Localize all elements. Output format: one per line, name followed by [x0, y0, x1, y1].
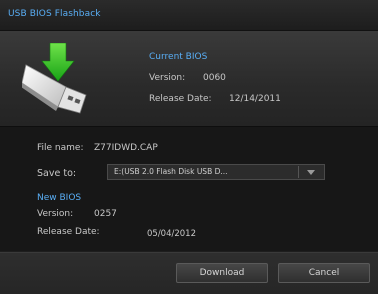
current-release-date-label: Release Date: [149, 94, 212, 104]
cancel-button[interactable]: Cancel [278, 263, 370, 283]
new-bios-heading: New BIOS [37, 193, 82, 203]
usb-drive-download-icon [22, 43, 87, 114]
button-bar: Download Cancel [0, 252, 378, 294]
new-version-label: Version: [37, 209, 74, 219]
usb-bios-flashback-dialog: USB BIOS Flashback Current BIOS Version:… [0, 0, 378, 294]
current-version-label: Version: [149, 73, 186, 83]
file-name-value: Z77IDWD.CAP [94, 143, 158, 153]
current-release-date-value: 12/14/2011 [229, 94, 281, 104]
file-name-label: File name: [37, 143, 84, 153]
new-version-value: 0257 [94, 209, 117, 219]
download-button[interactable]: Download [176, 263, 268, 283]
save-to-label: Save to: [37, 168, 77, 179]
chevron-down-icon[interactable] [307, 170, 315, 175]
save-to-dropdown[interactable]: E:(USB 2.0 Flash Disk USB D... [107, 164, 325, 180]
dropdown-divider [298, 166, 299, 178]
current-version-value: 0060 [203, 73, 226, 83]
save-to-selected-value: E:(USB 2.0 Flash Disk USB D... [114, 167, 228, 176]
current-bios-heading: Current BIOS [149, 52, 208, 62]
new-release-date-label: Release Date: [37, 227, 100, 237]
current-bios-panel: Current BIOS Version: 0060 Release Date:… [0, 31, 378, 127]
title-bar[interactable]: USB BIOS Flashback [0, 0, 378, 31]
file-details-panel: File name: Z77IDWD.CAP Save to: E:(USB 2… [0, 127, 378, 251]
window-title: USB BIOS Flashback [8, 9, 101, 19]
new-release-date-value: 05/04/2012 [147, 229, 196, 239]
